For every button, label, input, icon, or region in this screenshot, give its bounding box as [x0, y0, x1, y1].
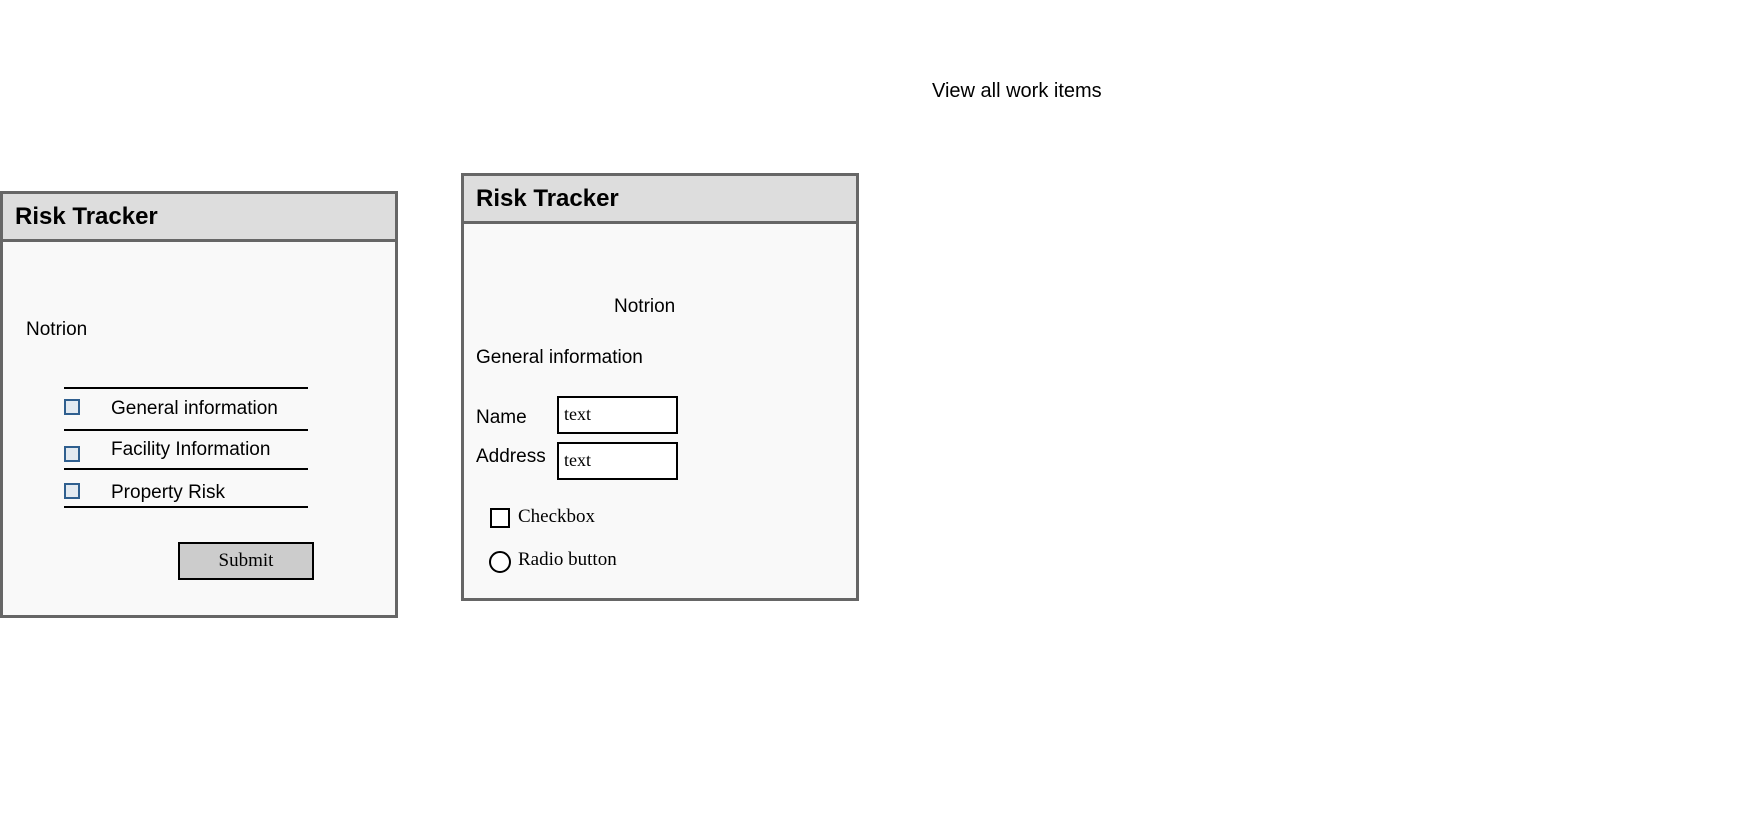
section-general-information: General information — [476, 347, 643, 368]
checkbox-facility-information[interactable] — [64, 446, 80, 462]
window-title: Risk Tracker — [464, 176, 856, 224]
checkbox-general-information[interactable] — [64, 399, 80, 415]
divider — [64, 429, 308, 431]
item-label-facility-information: Facility Information — [111, 439, 271, 460]
address-input[interactable]: text — [557, 442, 678, 480]
risk-tracker-window-left: Risk Tracker Notrion General information… — [0, 191, 398, 618]
divider — [64, 506, 308, 508]
name-label: Name — [476, 407, 527, 428]
notrion-label: Notrion — [26, 319, 88, 340]
risk-tracker-window-right: Risk Tracker Notrion General information… — [461, 173, 859, 601]
item-label-property-risk: Property Risk — [111, 482, 226, 503]
radio-button-label: Radio button — [518, 549, 617, 570]
window-title: Risk Tracker — [3, 194, 395, 242]
divider — [64, 468, 308, 470]
checkbox-label: Checkbox — [518, 506, 596, 527]
item-label-general-information: General information — [111, 398, 278, 419]
notrion-label: Notrion — [614, 296, 676, 317]
radio-button[interactable] — [489, 551, 511, 573]
checkbox[interactable] — [490, 508, 510, 528]
divider — [64, 387, 308, 389]
address-label: Address — [476, 446, 546, 467]
name-input[interactable]: text — [557, 396, 678, 434]
submit-button[interactable]: Submit — [178, 542, 314, 580]
view-all-work-items-link[interactable]: View all work items — [932, 80, 1102, 103]
checkbox-property-risk[interactable] — [64, 483, 80, 499]
